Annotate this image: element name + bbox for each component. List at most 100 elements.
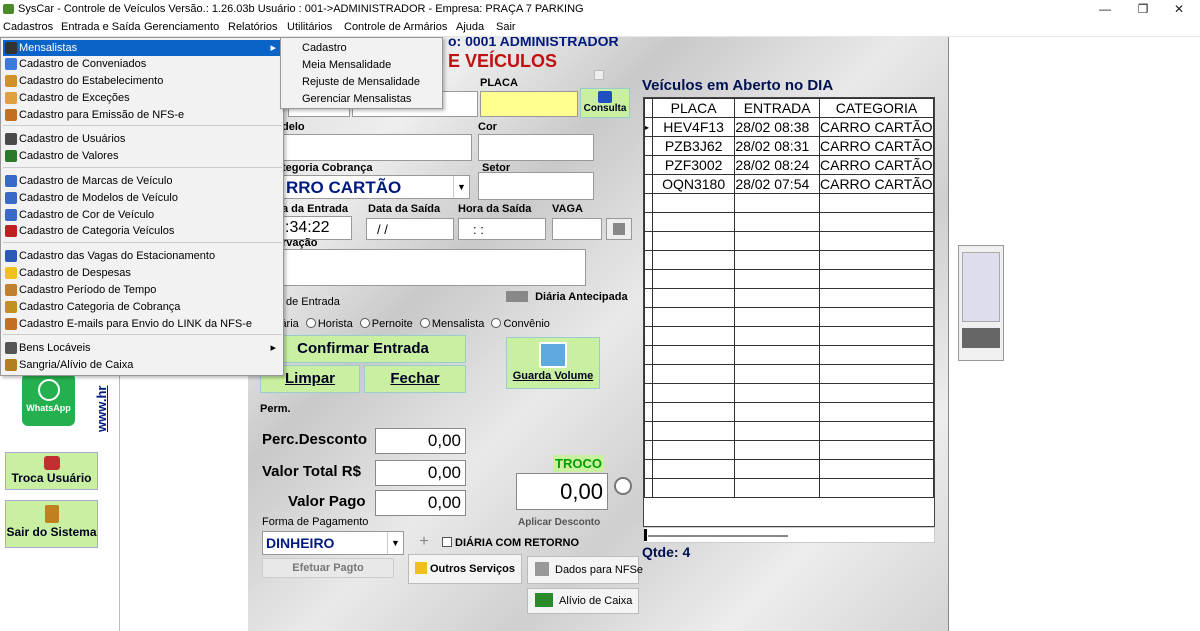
grid-header-placa[interactable]: PLACA xyxy=(651,98,736,118)
fechar-button[interactable]: Fechar xyxy=(364,365,466,393)
table-row[interactable] xyxy=(644,269,934,289)
chevron-down-icon[interactable]: ▼ xyxy=(387,532,403,554)
preview-thumbnail[interactable] xyxy=(958,245,1004,361)
aplicar-desconto-button[interactable]: Aplicar Desconto xyxy=(518,517,600,528)
table-row[interactable] xyxy=(644,307,934,327)
observacao-field[interactable] xyxy=(282,249,586,286)
table-row[interactable] xyxy=(644,440,934,460)
menu-ajuda[interactable]: Ajuda xyxy=(456,21,484,33)
menu-separator xyxy=(3,242,282,243)
menu-item-cadastro-de-modelos-de-veiculo[interactable]: Cadastro de Modelos de Veículo xyxy=(3,190,282,206)
menu-item-bens-locaveis[interactable]: Bens Locáveis ▸ xyxy=(3,340,282,356)
menu-item-cadastro-de-categoria-veiculos[interactable]: Cadastro de Categoria Veículos xyxy=(3,223,282,239)
whatsapp-button[interactable]: WhatsApp xyxy=(22,373,75,426)
efetuar-pagto-button[interactable]: Efetuar Pagto xyxy=(262,558,394,578)
table-row[interactable]: OQN3180 28/02 07:54 CARRO CARTÃO xyxy=(644,174,934,194)
menu-sair[interactable]: Sair xyxy=(496,21,516,33)
scroll-thumb[interactable] xyxy=(648,535,788,537)
menu-utilitarios[interactable]: Utilitários xyxy=(287,21,332,33)
menu-item-cadastro-para-emissao-de-nfs-e[interactable]: Cadastro para Emissão de NFS-e xyxy=(3,107,282,123)
menu-item-cadastro-do-estabelecimento[interactable]: Cadastro do Estabelecimento xyxy=(3,73,282,89)
guarda-volume-button[interactable]: Guarda Volume xyxy=(506,337,600,389)
alivio-caixa-button[interactable]: Alívio de Caixa xyxy=(527,588,639,614)
table-row[interactable]: ▸ HEV4F13 28/02 08:38 CARRO CARTÃO xyxy=(644,117,934,137)
menu-item-cadastro-de-usuarios[interactable]: Cadastro de Usuários xyxy=(3,131,282,147)
submenu-cadastro[interactable]: Cadastro xyxy=(302,42,347,54)
radio-convenio[interactable]: Convênio xyxy=(487,318,550,330)
table-row[interactable] xyxy=(644,345,934,365)
radio-mensalista[interactable]: Mensalista xyxy=(416,318,484,330)
diaria-retorno-checkbox[interactable]: DIÁRIA COM RETORNO xyxy=(442,537,579,549)
menu-item-cadastro-categoria-de-cobranca[interactable]: Cadastro Categoria de Cobrança xyxy=(3,299,282,315)
menu-item-cadastro-periodo-de-tempo[interactable]: Cadastro Período de Tempo xyxy=(3,282,282,298)
vaga-lookup-button[interactable] xyxy=(606,218,632,240)
menu-item-cadastro-e-mails-para-envio-do-link-da-nfs-e[interactable]: Cadastro E-mails para Envio do LINK da N… xyxy=(3,316,282,332)
menu-item-cadastro-de-marcas-de-veiculo[interactable]: Cadastro de Marcas de Veículo xyxy=(3,173,282,189)
menu-item-mensalistas[interactable]: Mensalistas ▸ xyxy=(3,40,282,56)
menu-item-cadastro-de-valores[interactable]: Cadastro de Valores xyxy=(3,148,282,164)
hora-saida-field[interactable]: : : xyxy=(458,218,546,240)
modelo-field[interactable] xyxy=(282,134,472,161)
table-row[interactable] xyxy=(644,250,934,270)
grid-header-categoria[interactable]: CATEGORIA xyxy=(819,98,934,118)
table-row[interactable] xyxy=(644,383,934,403)
radio-pernoite[interactable]: Pernoite xyxy=(356,318,413,330)
data-saida-field[interactable]: / / xyxy=(366,218,454,240)
categoria-select[interactable]: RRO CARTÃO ▼ xyxy=(282,175,470,199)
cell-entrada: 28/02 08:31 xyxy=(734,136,820,156)
menu-item-cadastro-de-despesas[interactable]: Cadastro de Despesas xyxy=(3,265,282,281)
table-row[interactable] xyxy=(644,364,934,384)
table-row[interactable] xyxy=(644,326,934,346)
valor-pago-field[interactable]: 0,00 xyxy=(375,490,466,516)
vehicles-grid[interactable]: PLACA ENTRADA CATEGORIA ▸ HEV4F13 28/02 … xyxy=(643,97,935,527)
table-row[interactable] xyxy=(644,193,934,213)
chevron-down-icon[interactable]: ▼ xyxy=(453,176,469,198)
table-row[interactable]: PZB3J62 28/02 08:31 CARRO CARTÃO xyxy=(644,136,934,156)
menu-item-cadastro-de-conveniados[interactable]: Cadastro de Conveniados xyxy=(3,56,282,72)
table-row[interactable] xyxy=(644,402,934,422)
setor-field[interactable] xyxy=(478,172,594,200)
empty-cell xyxy=(819,383,934,403)
table-row[interactable] xyxy=(644,421,934,441)
website-link[interactable]: www.hr xyxy=(94,386,109,432)
table-row[interactable] xyxy=(644,212,934,232)
menu-item-cadastro-de-excecoes[interactable]: Cadastro de Exceções xyxy=(3,90,282,106)
row-marker xyxy=(644,174,653,194)
menu-entrada-saida[interactable]: Entrada e Saída xyxy=(61,21,141,33)
table-row[interactable]: PZF3002 28/02 08:24 CARRO CARTÃO xyxy=(644,155,934,175)
table-row[interactable] xyxy=(644,231,934,251)
confirmar-entrada-button[interactable]: Confirmar Entrada xyxy=(260,335,466,363)
submenu-meia-mensalidade[interactable]: Meia Mensalidade xyxy=(302,59,391,71)
menu-controle-armarios[interactable]: Controle de Armários xyxy=(344,21,447,33)
table-row[interactable] xyxy=(644,478,934,498)
menu-item-cadastro-das-vagas-do-estacionamento[interactable]: Cadastro das Vagas do Estacionamento xyxy=(3,248,282,264)
menu-relatorios[interactable]: Relatórios xyxy=(228,21,278,33)
placa-field[interactable] xyxy=(480,91,578,117)
grid-hscroll[interactable] xyxy=(643,527,935,543)
dados-nfse-button[interactable]: Dados para NFSe xyxy=(527,556,643,584)
submenu-rejuste-mensalidade[interactable]: Rejuste de Mensalidade xyxy=(302,76,420,88)
outros-servicos-button[interactable]: Outros Serviços xyxy=(408,554,522,584)
submenu-gerenciar-mensalistas[interactable]: Gerenciar Mensalistas xyxy=(302,93,411,105)
table-row[interactable] xyxy=(644,288,934,308)
valor-total-field[interactable]: 0,00 xyxy=(375,460,466,486)
troca-usuario-button[interactable]: Troca Usuário xyxy=(5,452,98,490)
add-payment-button[interactable]: + xyxy=(412,531,436,553)
close-button[interactable]: ✕ xyxy=(1156,0,1200,19)
grid-header-entrada[interactable]: ENTRADA xyxy=(734,98,820,118)
forma-pagamento-select[interactable]: DINHEIRO ▼ xyxy=(262,531,404,555)
consulta-button[interactable]: Consulta xyxy=(580,88,630,118)
sair-sistema-button[interactable]: Sair do Sistema xyxy=(5,500,98,548)
perc-desconto-field[interactable]: 0,00 xyxy=(375,428,466,454)
menu-gerenciamento[interactable]: Gerenciamento xyxy=(144,21,219,33)
menu-item-label: Bens Locáveis xyxy=(19,342,91,354)
cor-field[interactable] xyxy=(478,134,594,161)
vaga-field[interactable] xyxy=(552,218,602,240)
radio-horista[interactable]: Horista xyxy=(302,318,353,330)
menu-cadastros[interactable]: Cadastros xyxy=(3,21,53,33)
consulta-label: Consulta xyxy=(583,103,627,114)
menu-item-sangria-alivio-de-caixa[interactable]: Sangria/Alívio de Caixa xyxy=(3,357,282,373)
table-row[interactable] xyxy=(644,459,934,479)
diaria-antecipada-button[interactable]: Diária Antecipada xyxy=(506,288,630,306)
menu-item-cadastro-de-cor-de-veiculo[interactable]: Cadastro de Cor de Veículo xyxy=(3,207,282,223)
